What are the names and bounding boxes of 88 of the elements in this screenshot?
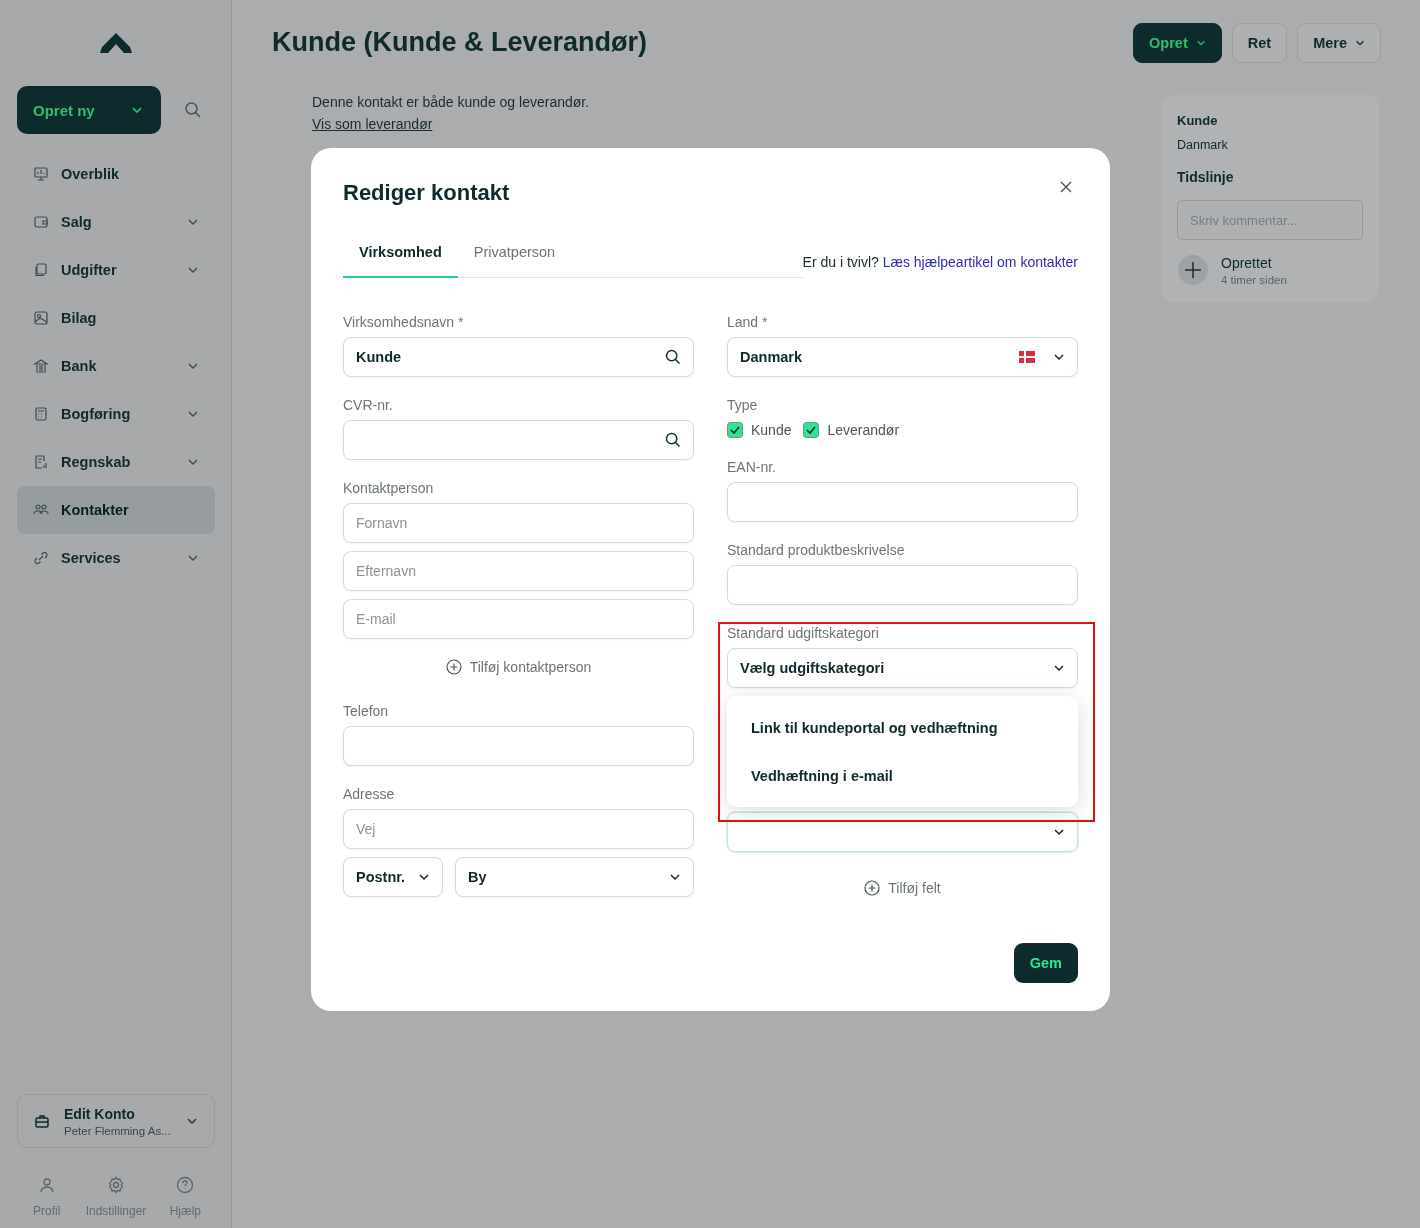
field-label: EAN-nr. (727, 459, 777, 475)
type-checkbox[interactable]: Leverandør (803, 422, 900, 438)
close-icon[interactable] (1059, 180, 1073, 194)
account-name: Edit Konto (64, 1105, 136, 1122)
calculator-icon (33, 406, 49, 422)
nav-item[interactable]: Regnskab (17, 438, 215, 486)
chevron-icon (186, 1115, 198, 1127)
select-field[interactable] (727, 812, 1078, 852)
chevron-icon (1053, 662, 1065, 674)
person-icon (37, 1176, 56, 1194)
cvr-field[interactable] (343, 420, 694, 460)
save-button[interactable]: Gem (1013, 943, 1078, 983)
plus-circle-icon (864, 880, 881, 896)
field-label: Kontaktperson (343, 480, 435, 496)
chevron-icon (418, 871, 430, 883)
chevron-icon (131, 104, 143, 116)
dialog-title: Rediger kontakt (343, 180, 510, 206)
city-select[interactable]: By (455, 857, 694, 897)
account-subtitle: Peter Flemming As... (64, 1124, 172, 1137)
bank-icon (33, 358, 49, 374)
help-icon (176, 1176, 195, 1194)
nav-item[interactable]: Bogføring (17, 390, 215, 438)
menu-option[interactable]: Vedhæftning i e-mail (727, 752, 1078, 800)
link-icon (33, 550, 49, 566)
briefcase-icon (34, 1113, 50, 1129)
help-text: Er du i tvivl? Læs hjælpeartikel om kontakter (802, 254, 1078, 270)
chevron-icon (1053, 826, 1065, 838)
phone-field[interactable] (343, 726, 694, 766)
plus-icon (1177, 254, 1209, 286)
create-new-button[interactable]: Opret ny (17, 86, 161, 134)
search-icon[interactable] (184, 101, 202, 119)
field-label: CVR-nr. (343, 397, 394, 413)
notice-text: Denne kontakt er både kunde og leverandør. (312, 94, 590, 110)
action-button[interactable]: Opret (1133, 22, 1222, 63)
action-button[interactable]: Mere (1297, 22, 1381, 63)
event-time: 4 timer siden (1221, 273, 1287, 286)
input-field[interactable]: E-mail (343, 599, 694, 639)
flag-icon (1019, 351, 1035, 363)
country-select[interactable]: Danmark (727, 337, 1078, 377)
add-field-button[interactable]: Tilføj felt (864, 878, 941, 898)
page-title: Kunde (Kunde & Leverandør) (272, 27, 648, 58)
documents-icon (33, 262, 49, 278)
search-icon (665, 432, 681, 448)
contact-type: Kunde (1177, 113, 1219, 128)
postcode-select[interactable]: Postnr. (343, 857, 443, 897)
help-article-link[interactable]: Læs hjælpeartikel om kontakter (882, 254, 1078, 270)
nav-item[interactable]: Bank (17, 342, 215, 390)
company-name-field[interactable]: Kunde (343, 337, 694, 377)
wallet-icon (33, 214, 49, 230)
product-description-field[interactable] (727, 565, 1078, 605)
field-label: Adresse (343, 786, 396, 802)
field-label: Standard udgiftskategori (727, 625, 880, 641)
view-as-supplier-link[interactable]: Vis som leverandør (312, 116, 433, 132)
search-icon (665, 349, 681, 365)
field-label: Land * (727, 314, 769, 330)
presentation-icon (33, 166, 49, 182)
settings-icon (107, 1176, 125, 1194)
menu-option[interactable]: Link til kundeportal og vedhæftning (727, 704, 1078, 752)
street-field[interactable]: Vej (343, 809, 694, 849)
image-icon (33, 310, 49, 326)
ean-field[interactable] (727, 482, 1078, 522)
input-field[interactable]: Fornavn (343, 503, 694, 543)
plus-circle-icon (445, 659, 462, 675)
chevron-icon (1053, 351, 1065, 363)
nav-item[interactable]: Udgifter (17, 246, 215, 294)
nav-item[interactable]: Salg (17, 198, 215, 246)
action-button[interactable]: Ret (1231, 22, 1288, 63)
timeline-heading: Tidslinje (1177, 169, 1235, 185)
type-checkbox[interactable]: Kunde (727, 422, 792, 438)
nav-item[interactable]: Bilag (17, 294, 215, 342)
input-field[interactable]: Efternavn (343, 551, 694, 591)
report-icon (33, 454, 49, 470)
account-switcher[interactable]: Edit Konto Peter Flemming As... (17, 1094, 215, 1148)
field-label: Standard produktbeskrivelse (727, 542, 906, 558)
expense-category-select[interactable]: Vælg udgiftskategori (727, 648, 1078, 688)
chevron-icon (669, 871, 681, 883)
logo-icon (98, 31, 134, 55)
field-label: Telefon (343, 703, 390, 719)
nav-item[interactable]: Kontakter (17, 486, 215, 534)
nav-item[interactable]: Overblik (17, 150, 215, 198)
nav-item[interactable]: Services (17, 534, 215, 582)
field-label: Type (727, 397, 759, 413)
event-title: Oprettet (1221, 254, 1273, 271)
add-contact-person-button[interactable]: Tilføj kontaktperson (445, 657, 592, 677)
country-text: Danmark (1177, 138, 1229, 152)
field-label: Virksomhedsnavn * (343, 314, 465, 330)
tab[interactable]: Privatperson (457, 232, 572, 278)
tab[interactable]: Virksomhed (343, 232, 458, 278)
